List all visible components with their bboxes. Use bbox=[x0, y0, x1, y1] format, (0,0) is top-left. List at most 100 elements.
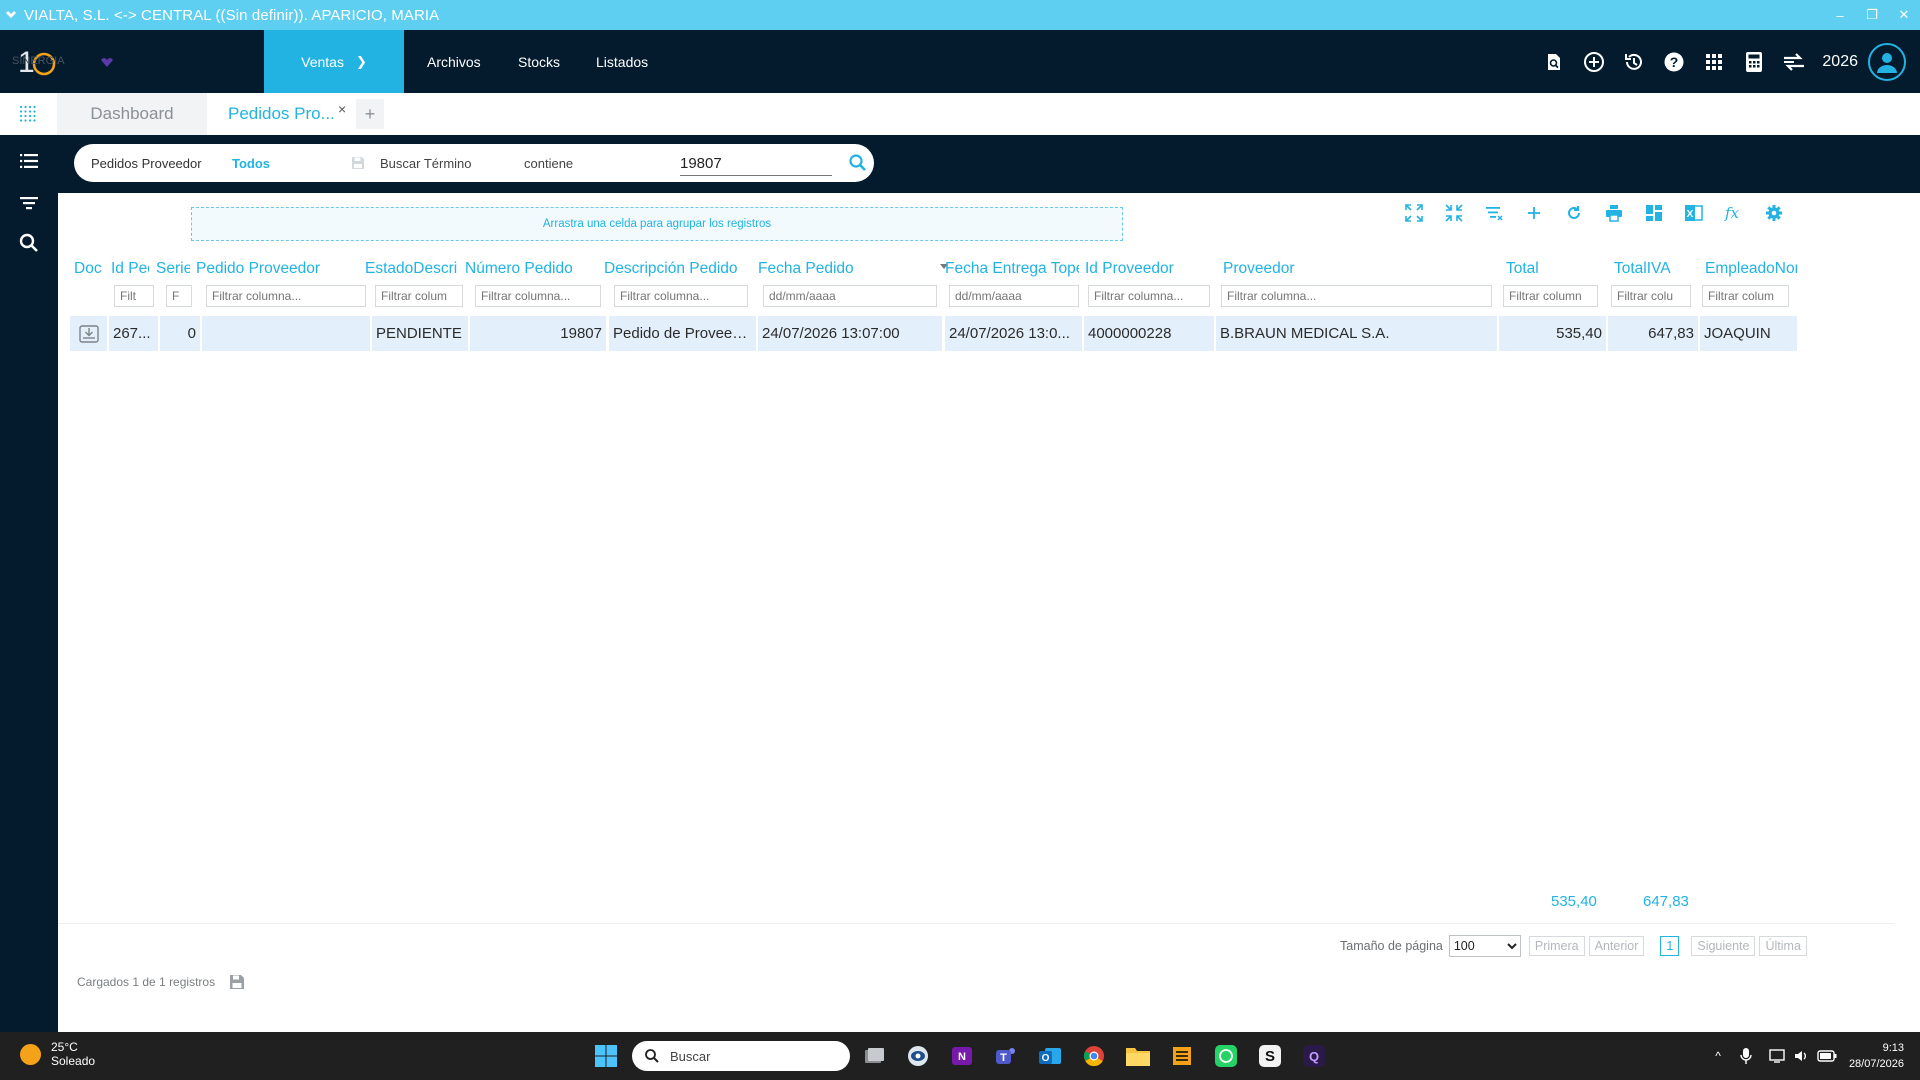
list-menu-icon[interactable] bbox=[17, 149, 41, 173]
search-icon[interactable] bbox=[17, 231, 41, 255]
microphone-icon[interactable] bbox=[1739, 1047, 1753, 1065]
chrome-icon[interactable] bbox=[1080, 1042, 1108, 1070]
history-icon[interactable] bbox=[1614, 42, 1654, 82]
col-header-serie[interactable]: Serie bbox=[152, 257, 190, 281]
filter-total-iva[interactable] bbox=[1611, 285, 1691, 307]
close-window-button[interactable]: ✕ bbox=[1888, 0, 1920, 30]
battery-icon[interactable] bbox=[1817, 1049, 1837, 1063]
dots-grid-icon[interactable] bbox=[19, 105, 37, 123]
col-header-fecha-entrega[interactable]: Fecha Entrega Tope bbox=[941, 257, 1079, 281]
menu-stocks[interactable]: Stocks bbox=[518, 30, 560, 93]
taskbar-search[interactable]: Buscar bbox=[632, 1041, 850, 1071]
clock[interactable]: 9:13 28/07/2026 bbox=[1849, 1040, 1904, 1072]
settings-gear-icon[interactable] bbox=[1754, 199, 1794, 227]
svg-text:X: X bbox=[1687, 209, 1694, 220]
plus-circle-icon[interactable] bbox=[1574, 42, 1614, 82]
filter-pedido-proveedor[interactable] bbox=[206, 285, 366, 307]
menu-listados[interactable]: Listados bbox=[596, 30, 648, 93]
first-page-button[interactable]: Primera bbox=[1528, 936, 1585, 956]
tray-chevron-icon[interactable]: ^ bbox=[1715, 1049, 1721, 1063]
save-icon[interactable] bbox=[229, 974, 245, 990]
add-tab-button[interactable]: + bbox=[356, 99, 384, 129]
filter-fecha-pedido[interactable] bbox=[763, 285, 937, 307]
help-icon[interactable]: ? bbox=[1654, 42, 1694, 82]
formula-icon[interactable]: fx bbox=[1714, 199, 1754, 227]
file-explorer-icon[interactable] bbox=[1124, 1042, 1152, 1070]
col-header-total-iva[interactable]: TotalIVA bbox=[1610, 257, 1698, 281]
s-app-icon[interactable]: S bbox=[1256, 1042, 1284, 1070]
table-row[interactable]: 267... 0 PENDIENTE 19807 Pedido de Prove… bbox=[70, 316, 1797, 351]
year-selector[interactable]: 2026 bbox=[1822, 53, 1858, 71]
filter-serie[interactable] bbox=[166, 285, 192, 307]
print-icon[interactable] bbox=[1594, 199, 1634, 227]
row-download-cell[interactable] bbox=[70, 316, 107, 351]
search-context-label[interactable]: Pedidos Proveedor bbox=[91, 144, 202, 182]
search-submit-icon[interactable] bbox=[848, 144, 868, 182]
whatsapp-icon[interactable] bbox=[1212, 1042, 1240, 1070]
tab-dashboard[interactable]: Dashboard bbox=[57, 93, 207, 135]
add-record-icon[interactable] bbox=[1514, 199, 1554, 227]
minimize-button[interactable]: – bbox=[1824, 0, 1856, 30]
weather-widget[interactable]: 25°C Soleado bbox=[20, 1040, 95, 1068]
search-field-label[interactable]: Buscar Término bbox=[380, 144, 472, 182]
clear-filter-icon[interactable] bbox=[1474, 199, 1514, 227]
sync-icon[interactable] bbox=[1774, 42, 1814, 82]
previous-page-button[interactable]: Anterior bbox=[1588, 936, 1645, 956]
filter-total[interactable] bbox=[1503, 285, 1598, 307]
col-header-total[interactable]: Total bbox=[1502, 257, 1602, 281]
search-operator[interactable]: contiene bbox=[524, 144, 573, 182]
apps-grid-icon[interactable] bbox=[1694, 42, 1734, 82]
col-header-id-proveedor[interactable]: Id Proveedor bbox=[1081, 257, 1201, 281]
expand-icon[interactable] bbox=[1394, 199, 1434, 227]
collapse-icon[interactable] bbox=[1434, 199, 1474, 227]
filter-empleado[interactable] bbox=[1702, 285, 1789, 307]
filter-estado[interactable] bbox=[375, 285, 463, 307]
filter-fecha-entrega[interactable] bbox=[949, 285, 1079, 307]
remote-support-icon[interactable] bbox=[904, 1042, 932, 1070]
filter-icon[interactable] bbox=[17, 191, 41, 215]
filter-numero-pedido[interactable] bbox=[475, 285, 601, 307]
close-tab-icon[interactable]: × bbox=[338, 101, 346, 117]
volume-icon[interactable] bbox=[1793, 1048, 1809, 1064]
q-app-icon[interactable]: Q bbox=[1300, 1042, 1328, 1070]
group-drop-zone[interactable]: Arrastra una celda para agrupar los regi… bbox=[191, 207, 1123, 241]
filter-id-proveedor[interactable] bbox=[1088, 285, 1210, 307]
teams-icon[interactable]: T bbox=[992, 1042, 1020, 1070]
col-header-pedido-proveedor[interactable]: Pedido Proveedor bbox=[192, 257, 358, 281]
search-term-input[interactable] bbox=[680, 152, 832, 176]
outlook-icon[interactable]: O bbox=[1036, 1042, 1064, 1070]
next-page-button[interactable]: Siguiente bbox=[1691, 936, 1756, 956]
user-avatar-icon[interactable] bbox=[1868, 42, 1906, 81]
document-search-icon[interactable] bbox=[1534, 42, 1574, 82]
col-header-proveedor[interactable]: Proveedor bbox=[1219, 257, 1499, 281]
task-view-icon[interactable] bbox=[860, 1042, 888, 1070]
col-header-numero-pedido[interactable]: Número Pedido bbox=[461, 257, 595, 281]
onenote-icon[interactable]: N bbox=[948, 1042, 976, 1070]
excel-export-icon[interactable]: X bbox=[1674, 199, 1714, 227]
layout-icon[interactable] bbox=[1634, 199, 1674, 227]
network-icon[interactable] bbox=[1769, 1048, 1787, 1064]
current-page-button[interactable]: 1 bbox=[1660, 936, 1680, 956]
col-header-empleado[interactable]: EmpleadoNom bbox=[1701, 257, 1797, 281]
filter-descripcion[interactable] bbox=[614, 285, 748, 307]
filter-proveedor[interactable] bbox=[1221, 285, 1492, 307]
search-scope-todos[interactable]: Todos bbox=[232, 144, 270, 182]
col-header-id-pedido[interactable]: Id Pedi bbox=[107, 257, 149, 281]
col-header-doc[interactable]: Doc bbox=[70, 257, 106, 281]
filter-id-pedido[interactable] bbox=[114, 285, 154, 307]
refresh-icon[interactable] bbox=[1554, 199, 1594, 227]
menu-archivos[interactable]: Archivos bbox=[427, 30, 481, 93]
svg-text:SINERGIA: SINERGIA bbox=[12, 55, 65, 67]
col-header-descripcion[interactable]: Descripción Pedido bbox=[600, 257, 780, 281]
windows-start-icon[interactable] bbox=[594, 1044, 618, 1068]
save-search-icon[interactable] bbox=[350, 144, 366, 182]
calculator-icon[interactable] bbox=[1734, 42, 1774, 82]
restore-button[interactable]: ❐ bbox=[1856, 0, 1888, 30]
last-page-button[interactable]: Última bbox=[1759, 936, 1807, 956]
download-icon[interactable] bbox=[78, 324, 99, 343]
page-size-select[interactable]: 100 bbox=[1448, 935, 1521, 957]
col-header-estado[interactable]: EstadoDescrip bbox=[361, 257, 457, 281]
col-header-fecha-pedido[interactable]: Fecha Pedido bbox=[754, 257, 934, 281]
sinergia-app-icon[interactable] bbox=[1168, 1042, 1196, 1070]
menu-ventas[interactable]: Ventas ❯ bbox=[264, 30, 404, 93]
